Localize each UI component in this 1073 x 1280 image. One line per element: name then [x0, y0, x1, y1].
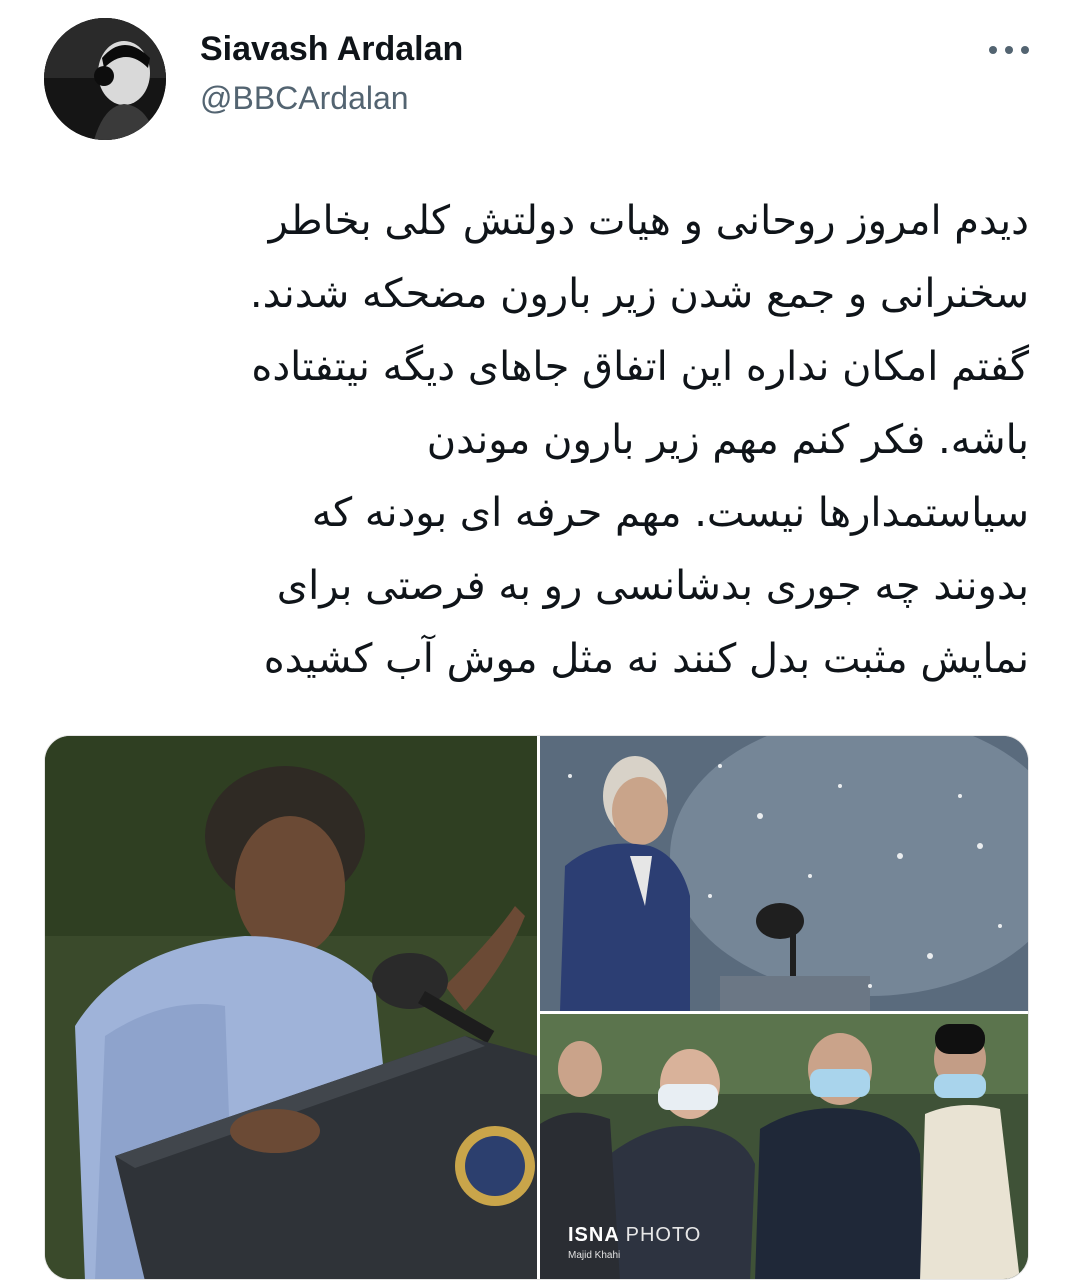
more-horizontal-icon[interactable] — [989, 44, 1029, 56]
tweet-line: باشه. فکر کنم مهم زیر بارون موندن — [426, 417, 1029, 463]
tweet-line: بدونند چه جوری بدشانسی رو به فرصتی برای — [276, 563, 1029, 609]
isna-watermark: ISNA PHOTO — [568, 1224, 702, 1246]
photo-officials-rain[interactable]: ISNA PHOTO Majid Khahi — [540, 1014, 1028, 1279]
photo-speaker-podium-image — [45, 736, 537, 1279]
avatar[interactable] — [44, 18, 166, 140]
photo-credit: Majid Khahi — [568, 1250, 621, 1261]
dot — [1005, 46, 1013, 54]
avatar-image — [44, 18, 166, 140]
tweet-line: دیدم امروز روحانی و هیات دولتش کلی بخاطر — [268, 198, 1029, 244]
dot — [989, 46, 997, 54]
tweet-line: سیاستمدارها نیست. مهم حرفه ای بودنه که — [311, 490, 1029, 536]
user-handle[interactable]: @BBCArdalan — [200, 80, 409, 117]
tweet-header: Siavash Ardalan @BBCArdalan — [0, 0, 1073, 160]
dot — [1021, 46, 1029, 54]
tweet-line: نمایش مثبت بدل کنند نه مثل موش آب کشیده — [263, 636, 1029, 682]
tweet-line: سخنرانی و جمع شدن زیر بارون مضحکه شدند. — [249, 271, 1029, 317]
tweet-text: دیدم امروز روحانی و هیات دولتش کلی بخاطر… — [44, 185, 1029, 715]
photo-speaker-rain-image — [540, 736, 1028, 1011]
display-name[interactable]: Siavash Ardalan — [200, 30, 463, 69]
media-grid: ISNA PHOTO Majid Khahi — [44, 735, 1029, 1280]
tweet-line: گفتم امکان نداره این اتفاق جاهای دیگه نی… — [251, 344, 1029, 390]
photo-speaker-podium[interactable] — [45, 736, 537, 1279]
photo-speaker-rain[interactable] — [540, 736, 1028, 1011]
